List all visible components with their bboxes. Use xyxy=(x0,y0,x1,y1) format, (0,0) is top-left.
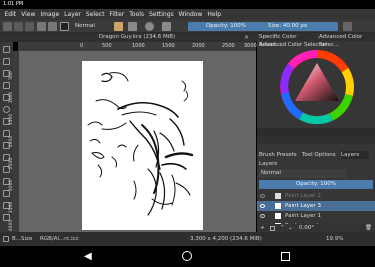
new-document-icon[interactable] xyxy=(3,22,12,31)
ruler-tick-label: 1500 xyxy=(162,43,175,49)
blend-mode-select[interactable]: Normal xyxy=(72,22,108,31)
tab-layers[interactable]: Layers xyxy=(341,151,369,159)
drawing-canvas[interactable] xyxy=(82,61,203,230)
overflow-icon[interactable] xyxy=(343,22,352,31)
ruler-tick-label: 2500 xyxy=(222,43,235,49)
color-wheel[interactable] xyxy=(279,49,355,125)
ruler-tick-label: 500 xyxy=(102,43,112,49)
layer-name: Paint Layer 3 xyxy=(285,203,321,209)
ruler-tick-label: 1000 xyxy=(9,91,15,104)
visibility-icon[interactable] xyxy=(260,194,265,198)
ruler-tick-label: 1000 xyxy=(132,43,145,49)
layer-thumbnail xyxy=(275,213,281,219)
color-history-strip[interactable] xyxy=(257,128,375,136)
device-navigation-bar: ◀ xyxy=(0,246,375,267)
layer-name: Paint Layer 1 xyxy=(285,213,321,219)
layer-row-paint-layer-3[interactable]: Paint Layer 3 xyxy=(257,201,375,211)
menu-settings[interactable]: Settings xyxy=(147,11,177,18)
ruler-tick-label: 500 xyxy=(8,71,14,80)
ruler-tick-label: 2000 xyxy=(9,135,15,148)
undo-icon[interactable] xyxy=(37,22,46,31)
menu-window[interactable]: Window xyxy=(176,11,205,18)
menu-filter[interactable]: Filter xyxy=(107,11,127,18)
back-icon[interactable]: ◀ xyxy=(84,251,92,262)
layer-opacity-slider[interactable]: Opacity: 100% xyxy=(259,180,373,189)
color-tool-row xyxy=(257,136,375,144)
menu-edit[interactable]: Edit xyxy=(2,11,19,18)
add-layer-icon[interactable]: + xyxy=(260,224,265,232)
ellipse-tool-icon[interactable] xyxy=(3,106,10,113)
right-dock: Specific Color Select... Advanced Color … xyxy=(257,33,375,232)
ruler-tick-label: 3500 xyxy=(9,201,15,214)
layer-thumbnail xyxy=(275,193,281,199)
ruler-tick-label: 3000 xyxy=(244,43,257,49)
ruler-tick-label: 1500 xyxy=(9,113,15,126)
visibility-icon[interactable] xyxy=(260,214,265,218)
save-icon[interactable] xyxy=(25,22,34,31)
status-time: 1:01 PM xyxy=(3,1,24,7)
device-status-bar: 1:01 PM xyxy=(0,0,375,9)
menu-tools[interactable]: Tools xyxy=(127,11,147,18)
tab-brush-presets[interactable]: Brush Presets xyxy=(259,151,301,159)
text-tool-icon[interactable] xyxy=(3,58,10,65)
document-tab[interactable]: Dragon Guy.kra (234.6 MiB) xyxy=(20,33,254,42)
reload-preset-icon[interactable] xyxy=(145,22,154,31)
brush-preset-icon[interactable] xyxy=(60,22,69,31)
brush-icon xyxy=(3,236,9,242)
ruler-tick-label: 2500 xyxy=(9,157,15,170)
brush-size-status: B...Size xyxy=(12,236,33,242)
menu-bar: Edit View Image Layer Select Filter Tool… xyxy=(0,9,375,20)
visibility-icon[interactable] xyxy=(260,204,265,208)
select-shapes-icon[interactable] xyxy=(3,46,10,53)
color-space-status: RGB/Al...rc.icc xyxy=(40,236,79,242)
alpha-lock-icon[interactable] xyxy=(128,22,137,31)
sketch-artwork xyxy=(87,72,194,216)
duplicate-layer-icon[interactable] xyxy=(270,225,275,231)
tab-advanced-color-selector[interactable]: Advanced Color Selec... xyxy=(319,33,375,48)
layer-name: Paint Layer 2 xyxy=(285,193,321,199)
brush-size-slider[interactable]: Size: 40.00 px xyxy=(254,22,338,31)
eraser-icon[interactable] xyxy=(114,22,123,31)
line-tool-icon[interactable] xyxy=(3,82,10,89)
recents-icon[interactable] xyxy=(281,252,290,261)
color-panel-header: Advanced Color Selector xyxy=(259,42,327,48)
redo-icon[interactable] xyxy=(48,22,57,31)
image-size-status: 3,300 x 4,200 (234.6 MiB) xyxy=(190,236,262,242)
home-icon[interactable] xyxy=(182,251,192,261)
layer-thumbnail xyxy=(275,203,281,209)
delete-layer-icon[interactable]: 🗑 xyxy=(365,224,372,232)
zoom-level[interactable]: 19.9% xyxy=(326,232,343,246)
ruler-tick-label: 2000 xyxy=(192,43,205,49)
layer-blend-mode-select[interactable]: Normal xyxy=(259,169,347,178)
layer-row-paint-layer-1[interactable]: Paint Layer 1 xyxy=(257,211,375,221)
open-document-icon[interactable] xyxy=(14,22,23,31)
layer-angle-value: 0.00° xyxy=(299,225,314,231)
layer-actions-bar: + ⌃ ⌄ 0.00° 🗑 xyxy=(257,224,375,232)
mirror-tool-icon[interactable] xyxy=(162,22,171,31)
layer-row-paint-layer-2[interactable]: Paint Layer 2 xyxy=(257,191,375,201)
ruler-tick-label: 3000 xyxy=(9,179,15,192)
opacity-slider[interactable]: Opacity: 100% xyxy=(188,22,264,31)
tab-tool-options[interactable]: Tool Options xyxy=(302,151,340,159)
main-toolbar: Normal Opacity: 100% Size: 40.00 px xyxy=(0,20,375,33)
menu-image[interactable]: Image xyxy=(38,11,62,18)
ruler-tick-label: 0 xyxy=(80,43,84,49)
move-layer-down-icon[interactable]: ⌄ xyxy=(288,224,293,232)
tab-specific-color-selector[interactable]: Specific Color Select... xyxy=(259,33,317,48)
menu-view[interactable]: View xyxy=(19,11,38,18)
layers-panel-header: Layers xyxy=(259,161,278,167)
menu-select[interactable]: Select xyxy=(83,11,107,18)
app-status-bar: B...Size RGB/Al...rc.icc 3,300 x 4,200 (… xyxy=(0,232,375,246)
move-layer-up-icon[interactable]: ⌃ xyxy=(280,224,285,232)
menu-layer[interactable]: Layer xyxy=(62,11,84,18)
menu-help[interactable]: Help xyxy=(205,11,224,18)
ruler-tick-label: 4000 xyxy=(9,219,15,232)
horizontal-ruler: 0 500 1000 1500 2000 2500 3000 xyxy=(18,42,257,51)
close-tab-icon[interactable]: × xyxy=(244,34,251,41)
